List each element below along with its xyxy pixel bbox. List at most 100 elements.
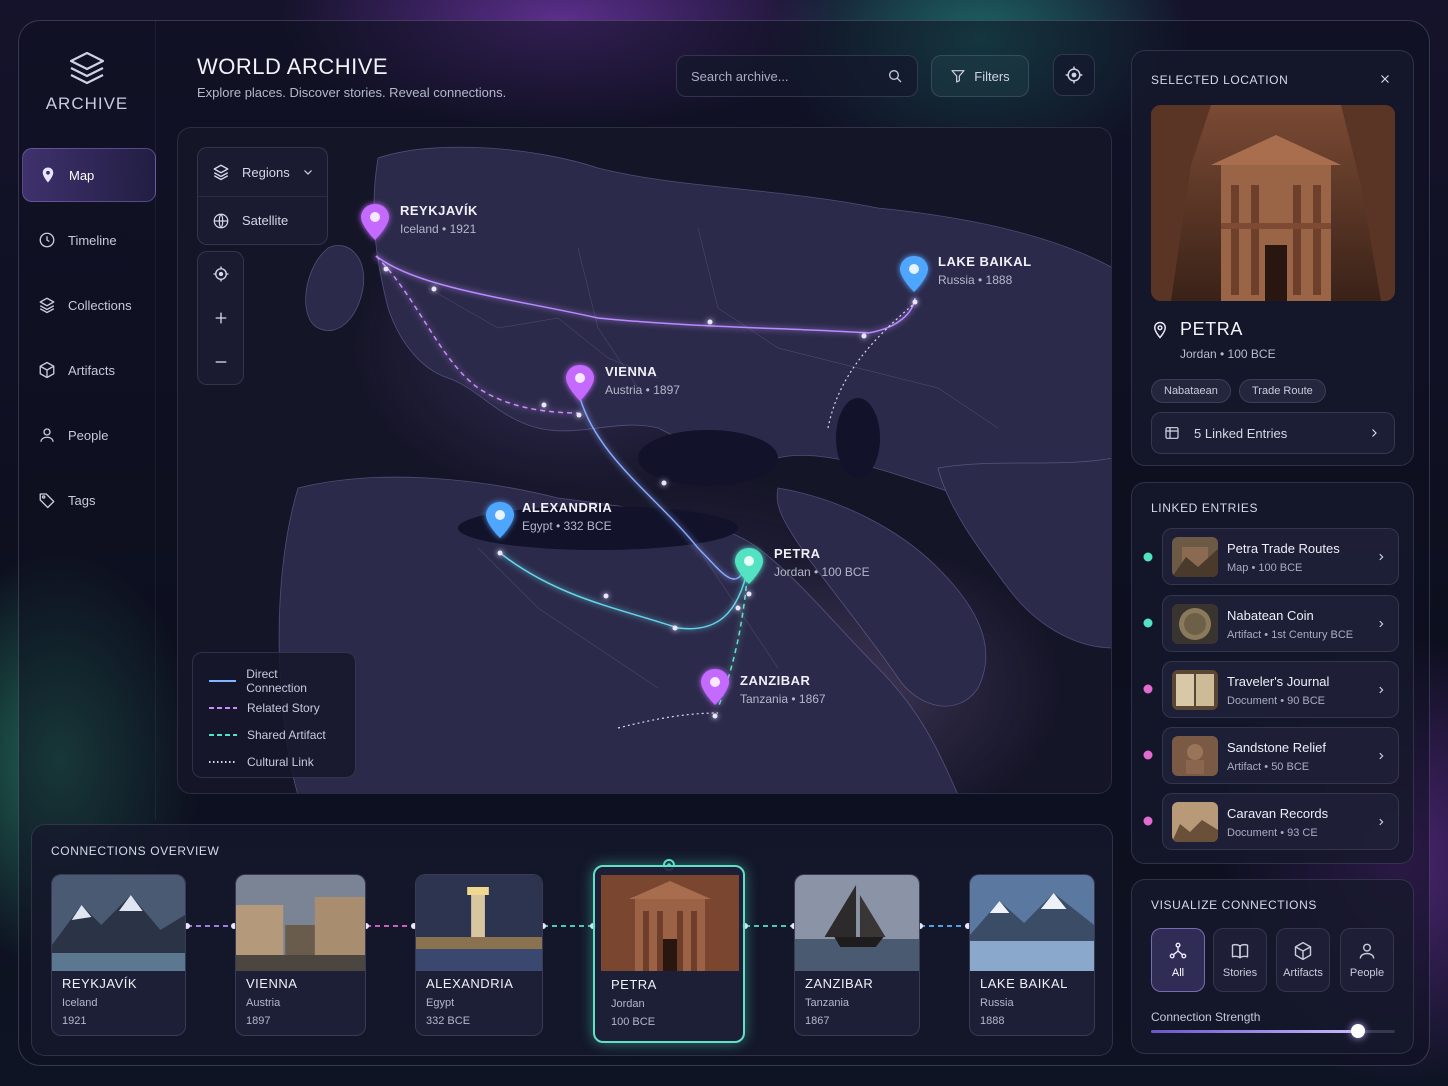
sidebar-item-label: People xyxy=(68,427,109,443)
world-map[interactable]: REYKJAVÍK Iceland • 1921 LAKE BAIKAL Rus… xyxy=(177,127,1112,794)
legend-direct-connection: Direct Connection xyxy=(209,667,339,695)
linked-entry[interactable]: Nabatean Coin Artifact • 1st Century BCE xyxy=(1162,595,1399,652)
overview-card-reykjavik[interactable]: REYKJAVÍK Iceland 1921 xyxy=(51,874,186,1036)
chevron-right-icon xyxy=(1379,752,1384,760)
journal-image xyxy=(1172,670,1218,710)
petra-image xyxy=(601,875,739,971)
pin-label-petra: PETRA Jordan • 100 BCE xyxy=(774,546,870,579)
person-icon xyxy=(40,428,54,442)
viz-option-people[interactable]: People xyxy=(1340,928,1394,992)
map-book-icon xyxy=(1165,427,1179,439)
pin-label-vienna: VIENNA Austria • 1897 xyxy=(605,364,680,397)
sidebar-item-collections[interactable]: Collections xyxy=(22,278,156,332)
chevron-down-icon xyxy=(303,170,312,175)
sidebar-item-tags[interactable]: Tags xyxy=(22,473,156,527)
connections-overview-panel: CONNECTIONS OVERVIEW REYKJAVÍK Iceland 1… xyxy=(31,824,1113,1056)
map-zoom-tools xyxy=(197,251,244,385)
pin-label-lake-baikal: LAKE BAIKAL Russia • 1888 xyxy=(938,254,1032,287)
pin-label-reykjavik: REYKJAVÍK Iceland • 1921 xyxy=(400,203,478,236)
legend-shared-artifact: Shared Artifact xyxy=(209,721,339,748)
search-icon[interactable] xyxy=(887,68,903,84)
sidebar-item-people[interactable]: People xyxy=(22,408,156,462)
entry-thumbnail xyxy=(1172,670,1218,710)
viz-option-artifacts[interactable]: Artifacts xyxy=(1276,928,1330,992)
map-pin-icon xyxy=(42,167,54,183)
viz-option-all[interactable]: All xyxy=(1151,928,1205,992)
lake-baikal-image xyxy=(970,875,1094,971)
overview-card-alexandria[interactable]: ALEXANDRIA Egypt 332 BCE xyxy=(415,874,543,1036)
locate-button[interactable] xyxy=(1053,54,1095,96)
regions-label: Regions xyxy=(242,164,290,180)
linked-entries-button[interactable]: 5 Linked Entries xyxy=(1151,412,1395,454)
linked-entry[interactable]: Traveler's Journal Document • 90 BCE xyxy=(1162,661,1399,718)
slider-thumb[interactable] xyxy=(1351,1024,1366,1038)
sidebar-item-map[interactable]: Map xyxy=(22,148,156,202)
sidebar-item-artifacts[interactable]: Artifacts xyxy=(22,343,156,397)
page-subtitle: Explore places. Discover stories. Reveal… xyxy=(197,85,507,100)
dotted-line-icon xyxy=(209,760,237,763)
logo-text: ARCHIVE xyxy=(45,94,129,113)
layers-icon xyxy=(39,297,55,314)
locate-map-button[interactable] xyxy=(198,252,243,296)
overview-card-petra[interactable]: PETRA Jordan 100 BCE xyxy=(593,865,745,1043)
reykjavik-image xyxy=(52,875,185,971)
satellite-label: Satellite xyxy=(242,213,289,228)
dashed-line-icon xyxy=(209,706,237,709)
timeline-rail xyxy=(1143,552,1153,826)
regions-dropdown[interactable]: Regions xyxy=(198,148,327,196)
zoom-out-button[interactable] xyxy=(198,340,243,384)
clock-icon xyxy=(39,232,55,248)
selected-location-panel: SELECTED LOCATION PETRA Jordan • 100 BCE… xyxy=(1131,50,1414,466)
search-input[interactable] xyxy=(691,68,887,84)
zoom-in-button[interactable] xyxy=(198,296,243,340)
close-button[interactable] xyxy=(1375,69,1395,89)
overview-card-lake-baikal[interactable]: LAKE BAIKAL Russia 1888 xyxy=(969,874,1095,1036)
crosshair-icon xyxy=(213,266,228,282)
overview-card-vienna[interactable]: VIENNA Austria 1897 xyxy=(235,874,366,1036)
filters-button[interactable]: Filters xyxy=(931,55,1029,97)
coin-image xyxy=(1172,604,1218,644)
zanzibar-image xyxy=(795,875,919,971)
viz-option-stories[interactable]: Stories xyxy=(1213,928,1267,992)
sidebar: ARCHIVE Map Timeline Collections Artifac… xyxy=(18,20,156,820)
dashed-line-icon xyxy=(209,733,237,736)
sidebar-item-label: Collections xyxy=(68,297,132,313)
entry-thumbnail xyxy=(1172,736,1218,776)
cube-icon xyxy=(1294,941,1312,961)
treasury-image xyxy=(1151,105,1395,301)
tag-trade-route[interactable]: Trade Route xyxy=(1239,379,1326,403)
person-icon xyxy=(1359,943,1375,959)
connection-strength-slider[interactable] xyxy=(1151,1024,1395,1038)
sidebar-item-label: Artifacts xyxy=(68,362,115,378)
crosshair-icon xyxy=(1065,66,1083,84)
pin-label-alexandria: ALEXANDRIA Egypt • 332 BCE xyxy=(522,500,613,533)
cube-icon xyxy=(39,361,55,379)
layers-icon xyxy=(213,164,229,181)
satellite-toggle[interactable]: Satellite xyxy=(198,196,327,244)
linked-entry[interactable]: Petra Trade Routes Map • 100 BCE xyxy=(1162,528,1399,585)
layers-logo-icon xyxy=(69,51,105,85)
map-thumbnail-image xyxy=(1172,537,1218,577)
selected-name: PETRA xyxy=(1180,319,1244,339)
entry-thumbnail xyxy=(1172,604,1218,644)
selected-subtitle: Jordan • 100 BCE xyxy=(1180,347,1276,361)
panel-title: VISUALIZE CONNECTIONS xyxy=(1151,898,1317,912)
minus-icon xyxy=(215,361,226,363)
sidebar-item-timeline[interactable]: Timeline xyxy=(22,213,156,267)
tag-nabataean[interactable]: Nabataean xyxy=(1151,379,1231,403)
chevron-right-icon xyxy=(1372,429,1377,437)
linked-entry[interactable]: Sandstone Relief Artifact • 50 BCE xyxy=(1162,727,1399,784)
chevron-right-icon xyxy=(1379,620,1384,628)
vienna-image xyxy=(236,875,365,971)
map-layer-controls: Regions Satellite xyxy=(197,147,328,245)
chevron-right-icon xyxy=(1379,686,1384,694)
tag-icon xyxy=(39,493,55,509)
solid-line-icon xyxy=(209,679,237,682)
legend-related-story: Related Story xyxy=(209,694,339,721)
linked-entries-label: 5 Linked Entries xyxy=(1194,425,1288,441)
overview-card-zanzibar[interactable]: ZANZIBAR Tanzania 1867 xyxy=(794,874,920,1036)
slider-fill xyxy=(1151,1030,1359,1033)
entry-thumbnail xyxy=(1172,802,1218,842)
linked-entry[interactable]: Caravan Records Document • 93 CE xyxy=(1162,793,1399,850)
panel-title: SELECTED LOCATION xyxy=(1151,73,1289,87)
